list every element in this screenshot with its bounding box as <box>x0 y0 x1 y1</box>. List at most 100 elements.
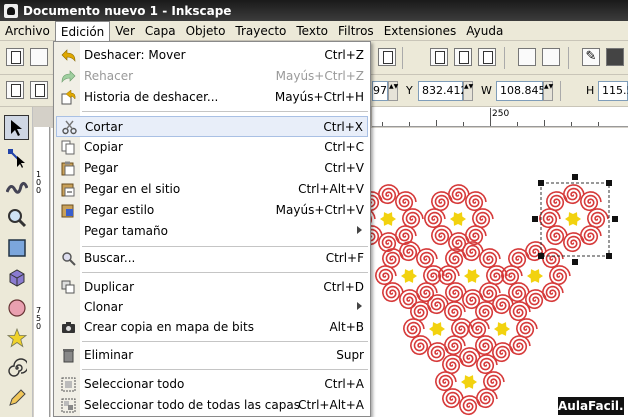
paste-icon <box>61 161 76 176</box>
text-font-icon[interactable] <box>606 48 624 66</box>
menu-item-cortar[interactable]: Cortar Ctrl+X <box>56 116 368 137</box>
tweak-wave-icon[interactable] <box>4 175 29 200</box>
ruler-tick <box>490 108 491 126</box>
camera-icon <box>61 320 76 335</box>
selector-arrow-icon[interactable] <box>4 115 29 140</box>
toolbox <box>0 107 33 417</box>
window-title: Documento nuevo 1 - Inkscape <box>23 3 232 18</box>
resize-handle[interactable] <box>538 253 544 259</box>
ruler-tick <box>436 120 437 126</box>
red-spiral <box>423 208 446 229</box>
clone-toolbar-icon[interactable] <box>454 48 472 66</box>
menu-item-copiar[interactable]: Copiar Ctrl+C <box>56 137 368 158</box>
menu-trayecto[interactable]: Trayecto <box>230 21 291 41</box>
resize-handle[interactable] <box>532 216 538 222</box>
y-field[interactable]: 832.412 <box>418 81 468 101</box>
open-folder-icon[interactable] <box>30 48 48 66</box>
duplicate-toolbar-icon[interactable] <box>430 48 448 66</box>
menu-item-buscar[interactable]: Buscar... Ctrl+F <box>56 248 368 269</box>
horizontal-ruler[interactable]: 250 <box>372 107 628 127</box>
ruler-label: 100 <box>36 170 42 195</box>
menu-item-rehacer[interactable]: Rehacer Mayús+Ctrl+Z <box>56 66 368 87</box>
ruler-label: 250 <box>492 109 510 119</box>
ruler-tick <box>571 122 572 126</box>
menu-item-seleccionar-todo[interactable]: Seleccionar todo Ctrl+A <box>56 374 368 395</box>
ruler-tick <box>517 122 518 126</box>
select-all-toolbar-icon[interactable] <box>6 81 24 99</box>
w-spinner[interactable]: ▲▼ <box>543 81 553 101</box>
menu-extensiones[interactable]: Extensiones <box>379 21 462 41</box>
y-label: Y <box>406 84 413 97</box>
paste-style-icon <box>61 203 76 218</box>
red-spiral <box>586 208 609 229</box>
ungroup-icon[interactable] <box>542 48 560 66</box>
resize-handle[interactable] <box>606 253 612 259</box>
zoom-magnifier-icon[interactable] <box>4 205 29 230</box>
menu-item-pegar-tamano[interactable]: Pegar tamaño <box>56 221 368 242</box>
group-icon[interactable] <box>518 48 536 66</box>
red-spiral <box>478 282 501 303</box>
w-label: W <box>481 84 492 97</box>
menu-separator <box>82 369 368 370</box>
w-field[interactable]: 108.845 <box>496 81 546 101</box>
menu-capa[interactable]: Capa <box>140 21 181 41</box>
menu-item-seleccionar-todo-capas[interactable]: Seleccionar todo de todas las capas Ctrl… <box>56 395 368 416</box>
fill-stroke-icon[interactable]: ✎ <box>582 48 600 66</box>
menu-edicion[interactable]: Edición <box>54 20 111 41</box>
red-spiral <box>402 318 425 339</box>
submenu-arrow-icon <box>357 302 362 310</box>
red-spiral <box>464 191 487 212</box>
new-document-icon[interactable] <box>6 48 24 66</box>
menu-item-clonar[interactable]: Clonar <box>56 297 368 318</box>
menu-item-duplicar[interactable]: Duplicar Ctrl+D <box>56 277 368 298</box>
menu-item-pegar-en-sitio[interactable]: Pegar en el sitio Ctrl+Alt+V <box>56 179 368 200</box>
rectangle-icon[interactable] <box>4 235 29 260</box>
red-spiral <box>475 354 498 375</box>
3d-box-icon[interactable] <box>4 265 29 290</box>
yellow-flower <box>401 269 417 283</box>
red-spiral <box>415 282 438 303</box>
menu-item-deshacer[interactable]: Deshacer: Mover Ctrl+Z <box>56 45 368 66</box>
undo-arrow-icon <box>61 48 76 63</box>
node-editor-icon[interactable] <box>4 145 29 170</box>
lock-separator <box>560 81 561 101</box>
menu-item-historia[interactable]: Historia de deshacer... Mayús+Ctrl+H <box>56 87 368 108</box>
menu-ayuda[interactable]: Ayuda <box>461 21 508 41</box>
red-spiral <box>515 318 538 339</box>
menu-item-pegar[interactable]: Pegar Ctrl+V <box>56 158 368 179</box>
yellow-flower <box>464 269 480 283</box>
pencil-icon[interactable] <box>4 385 29 410</box>
menu-objeto[interactable]: Objeto <box>181 21 231 41</box>
menu-item-mapa-de-bits[interactable]: Crear copia en mapa de bits Alt+B <box>56 317 368 338</box>
menu-filtros[interactable]: Filtros <box>333 21 379 41</box>
select-all-layers-toolbar-icon[interactable] <box>30 81 48 99</box>
resize-handle[interactable] <box>572 259 578 265</box>
red-spiral <box>394 191 417 212</box>
edit-dropdown-menu: Deshacer: Mover Ctrl+Z Rehacer Mayús+Ctr… <box>53 41 371 417</box>
red-spiral <box>478 248 501 269</box>
menu-item-eliminar[interactable]: Eliminar Supr <box>56 345 368 366</box>
star-icon[interactable] <box>4 325 29 350</box>
menu-item-pegar-estilo[interactable]: Pegar estilo Mayús+Ctrl+V <box>56 200 368 221</box>
h-field[interactable]: 115.5 <box>598 81 628 101</box>
resize-handle[interactable] <box>606 180 612 186</box>
ruler-tick <box>463 122 464 126</box>
menu-ver[interactable]: Ver <box>110 21 140 41</box>
x-field[interactable]: 97 <box>372 81 388 101</box>
ruler-tick <box>544 120 545 126</box>
ruler-tick <box>382 122 383 126</box>
y-spinner[interactable]: ▲▼ <box>463 81 473 101</box>
red-spiral <box>548 265 571 286</box>
resize-handle[interactable] <box>538 180 544 186</box>
ellipse-icon[interactable] <box>4 295 29 320</box>
resize-handle[interactable] <box>612 216 618 222</box>
unlink-clone-icon[interactable] <box>478 48 496 66</box>
vertical-ruler[interactable]: 100 750 <box>34 127 50 417</box>
toolbar-separator <box>504 47 505 69</box>
menu-texto[interactable]: Texto <box>291 21 333 41</box>
zoom-page-icon[interactable] <box>378 48 396 66</box>
resize-handle[interactable] <box>572 174 578 180</box>
x-spinner[interactable]: ▲▼ <box>388 81 398 101</box>
spiral-icon[interactable] <box>4 355 29 380</box>
menu-archivo[interactable]: Archivo <box>0 21 55 41</box>
